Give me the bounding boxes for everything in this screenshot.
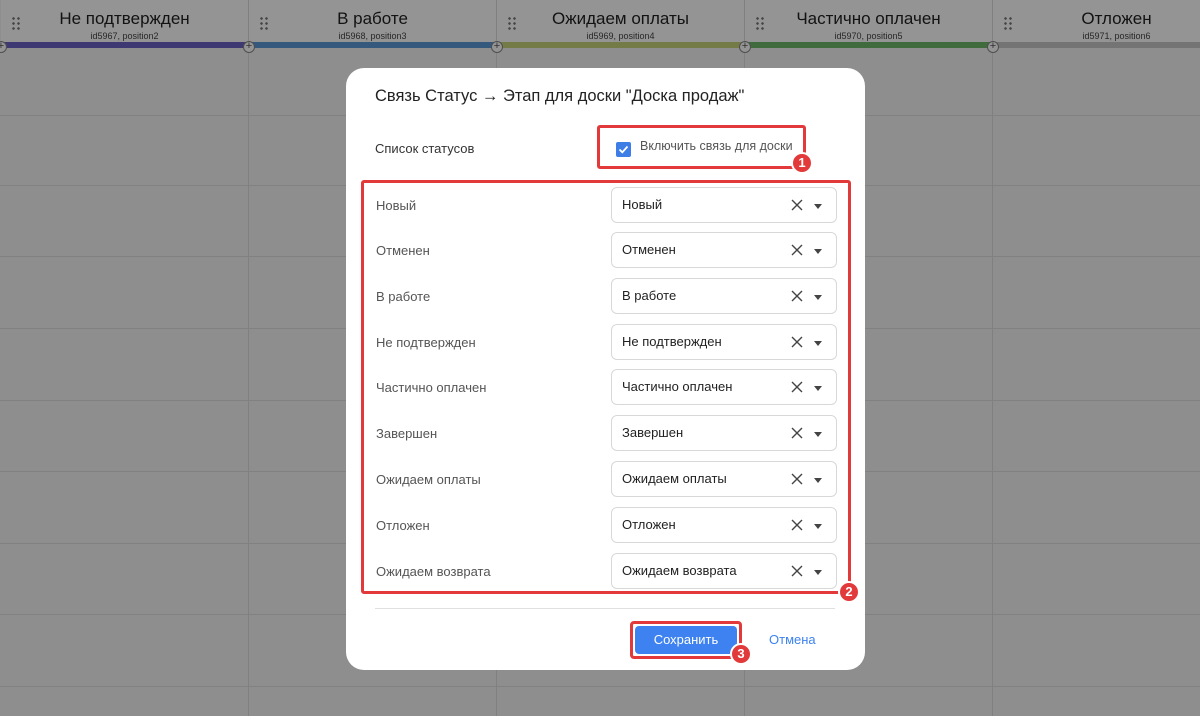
- status-label: Отложен: [376, 518, 430, 533]
- status-mapping-row: Не подтвержден Не подтвержден: [364, 324, 848, 373]
- chevron-down-icon[interactable]: [814, 570, 822, 575]
- annotation-badge-1: 1: [791, 152, 813, 174]
- chevron-down-icon[interactable]: [814, 524, 822, 529]
- stage-select-value: Не подтвержден: [622, 334, 722, 349]
- status-mapping-row: Новый Новый: [364, 187, 848, 236]
- stage-select[interactable]: Частично оплачен: [611, 369, 837, 405]
- clear-icon[interactable]: [790, 472, 804, 486]
- clear-icon[interactable]: [790, 289, 804, 303]
- chevron-down-icon[interactable]: [814, 478, 822, 483]
- status-label: В работе: [376, 289, 431, 304]
- status-label: Новый: [376, 198, 417, 213]
- chevron-down-icon[interactable]: [814, 204, 822, 209]
- save-highlight: Сохранить: [630, 621, 742, 659]
- stage-select[interactable]: Отменен: [611, 232, 837, 268]
- stage-select[interactable]: Новый: [611, 187, 837, 223]
- clear-icon[interactable]: [790, 426, 804, 440]
- enable-link-highlight: Включить связь для доски: [597, 125, 806, 169]
- status-label: Ожидаем оплаты: [376, 472, 481, 487]
- dialog-title: Связь Статус → Этап для доски "Доска про…: [375, 87, 745, 105]
- clear-icon[interactable]: [790, 198, 804, 212]
- stage-select[interactable]: Отложен: [611, 507, 837, 543]
- stage-select[interactable]: Ожидаем возврата: [611, 553, 837, 589]
- stage-select[interactable]: Ожидаем оплаты: [611, 461, 837, 497]
- stage-select-value: В работе: [622, 288, 677, 303]
- status-mapping-row: Завершен Завершен: [364, 415, 848, 464]
- status-mapping-list: Новый Новый Отменен Отменен В работе В работе…: [361, 180, 851, 594]
- status-mapping-row: В работе В работе: [364, 278, 848, 327]
- cancel-button[interactable]: Отмена: [769, 632, 816, 647]
- clear-icon[interactable]: [790, 380, 804, 394]
- status-label: Ожидаем возврата: [376, 564, 491, 579]
- stage-select[interactable]: В работе: [611, 278, 837, 314]
- status-mapping-row: Отменен Отменен: [364, 232, 848, 281]
- stage-select-value: Новый: [622, 197, 663, 212]
- status-label: Отменен: [376, 243, 430, 258]
- clear-icon[interactable]: [790, 335, 804, 349]
- chevron-down-icon[interactable]: [814, 386, 822, 391]
- status-mapping-row: Ожидаем оплаты Ожидаем оплаты: [364, 461, 848, 510]
- status-mapping-row: Частично оплачен Частично оплачен: [364, 369, 848, 418]
- footer-divider: [375, 608, 835, 609]
- enable-link-checkbox[interactable]: [616, 142, 631, 157]
- chevron-down-icon[interactable]: [814, 249, 822, 254]
- status-stage-link-dialog: Связь Статус → Этап для доски "Доска про…: [346, 68, 865, 670]
- chevron-down-icon[interactable]: [814, 295, 822, 300]
- clear-icon[interactable]: [790, 518, 804, 532]
- annotation-badge-2: 2: [838, 581, 860, 603]
- stage-select-value: Отменен: [622, 242, 676, 257]
- stage-select-value: Ожидаем оплаты: [622, 471, 727, 486]
- annotation-badge-3: 3: [730, 643, 752, 665]
- enable-link-label[interactable]: Включить связь для доски: [640, 139, 793, 153]
- status-label: Не подтвержден: [376, 335, 476, 350]
- chevron-down-icon[interactable]: [814, 341, 822, 346]
- stage-select-value: Ожидаем возврата: [622, 563, 737, 578]
- status-mapping-row: Отложен Отложен: [364, 507, 848, 556]
- stage-select[interactable]: Не подтвержден: [611, 324, 837, 360]
- status-label: Частично оплачен: [376, 380, 487, 395]
- status-list-label: Список статусов: [375, 141, 475, 156]
- check-icon: [618, 145, 629, 154]
- stage-select[interactable]: Завершен: [611, 415, 837, 451]
- stage-select-value: Завершен: [622, 425, 684, 440]
- stage-select-value: Частично оплачен: [622, 379, 733, 394]
- status-label: Завершен: [376, 426, 438, 441]
- stage-select-value: Отложен: [622, 517, 676, 532]
- save-button[interactable]: Сохранить: [635, 626, 737, 654]
- clear-icon[interactable]: [790, 564, 804, 578]
- clear-icon[interactable]: [790, 243, 804, 257]
- status-mapping-row: Ожидаем возврата Ожидаем возврата: [364, 553, 848, 602]
- chevron-down-icon[interactable]: [814, 432, 822, 437]
